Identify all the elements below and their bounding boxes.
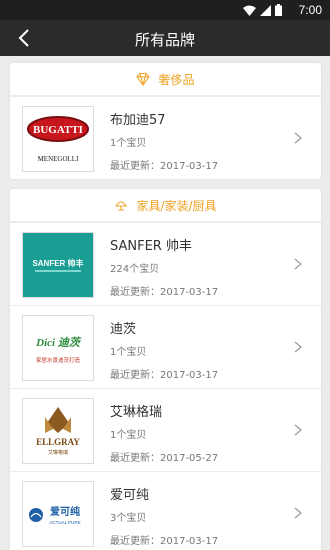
section-title: 家具/家装/厨具 [136,198,217,213]
item-count: 1个宝贝 [110,347,147,358]
status-bar: 7:00 [0,0,330,20]
item-count: 224个宝贝 [110,264,160,275]
brand-name: 布加迪57 [110,113,166,128]
battery-icon [275,4,282,16]
chevron-right-icon [294,132,302,144]
brand-name: 迪茨 [110,322,137,337]
brand-logo-sub: 艾琳格瑞 [48,449,68,456]
brand-name: SANFER 帅丰 [110,239,192,254]
section-header: 奢侈品 [10,63,321,96]
brand-name: 爱可纯 [110,488,150,503]
brand-row-actual-pure[interactable]: 爱可纯 ACTUAL PURE 爱可纯 3个宝贝 最近更新：2017-03-17 [10,471,321,550]
section-title: 奢侈品 [158,72,195,87]
brand-logo-actual-pure: 爱可纯 ACTUAL PURE [22,481,94,547]
brand-name: 艾琳格瑞 [110,405,163,420]
last-updated: 最近更新：2017-05-27 [110,453,219,464]
chevron-right-icon [294,341,302,353]
item-count: 1个宝贝 [110,138,147,149]
brand-logo-ellgray: ELLGRAY 艾琳格瑞 [22,398,94,464]
last-updated: 最近更新：2017-03-17 [110,287,219,298]
last-updated: 最近更新：2017-03-17 [110,161,219,172]
chevron-right-icon [294,424,302,436]
brand-logo-sub: 家居水景迪茨打造 [36,356,81,364]
brand-logo-dici: Dici 迪茨 家居水景迪茨打造 [22,315,94,381]
item-count: 1个宝贝 [110,430,147,441]
lamp-icon [115,201,128,211]
brand-logo-bugatti: BUGATTI MENEGOLLI [22,106,94,172]
brand-logo-sub: MENEGOLLI [38,155,79,163]
brand-row-sanfer[interactable]: SANFER 帅丰 SANFER 帅丰 224个宝贝 最近更新：2017-03-… [10,222,321,305]
brand-row-dici[interactable]: Dici 迪茨 家居水景迪茨打造 迪茨 1个宝贝 最近更新：2017-03-17 [10,305,321,388]
section-card-luxury: 奢侈品 BUGATTI MENEGOLLI 布加迪57 1个宝贝 最近更新：20… [10,63,321,179]
brand-logo-text: ELLGRAY [36,437,80,447]
signal-icon [260,4,271,16]
brand-logo-sub: ACTUAL PURE [49,520,80,525]
brand-row-ellgray[interactable]: ELLGRAY 艾琳格瑞 艾琳格瑞 1个宝贝 最近更新：2017-05-27 [10,388,321,471]
brand-logo-text: BUGATTI [33,124,83,136]
diamond-icon [136,73,151,86]
brand-logo-text: 爱可纯 [50,505,80,518]
brand-logo-text: Dici 迪茨 [35,336,82,349]
status-time: 7:00 [298,3,322,17]
brand-list[interactable]: 奢侈品 BUGATTI MENEGOLLI 布加迪57 1个宝贝 最近更新：20… [0,56,330,550]
last-updated: 最近更新：2017-03-17 [110,536,219,547]
item-count: 3个宝贝 [110,513,147,524]
status-icons [243,4,282,16]
chevron-right-icon [294,507,302,519]
page-title: 所有品牌 [134,31,195,49]
app-bar: 所有品牌 [0,20,330,56]
chevron-right-icon [294,258,302,270]
brand-logo-sanfer: SANFER 帅丰 [22,232,94,298]
section-card-furniture: 家具/家装/厨具 SANFER 帅丰 SANFER 帅丰 224个宝贝 最近更新… [10,189,321,550]
last-updated: 最近更新：2017-03-17 [110,370,219,381]
brand-row-bugatti[interactable]: BUGATTI MENEGOLLI 布加迪57 1个宝贝 最近更新：2017-0… [10,96,321,179]
brand-logo-text: SANFER 帅丰 [32,258,83,268]
wifi-icon [243,5,256,16]
section-header: 家具/家装/厨具 [10,189,321,222]
